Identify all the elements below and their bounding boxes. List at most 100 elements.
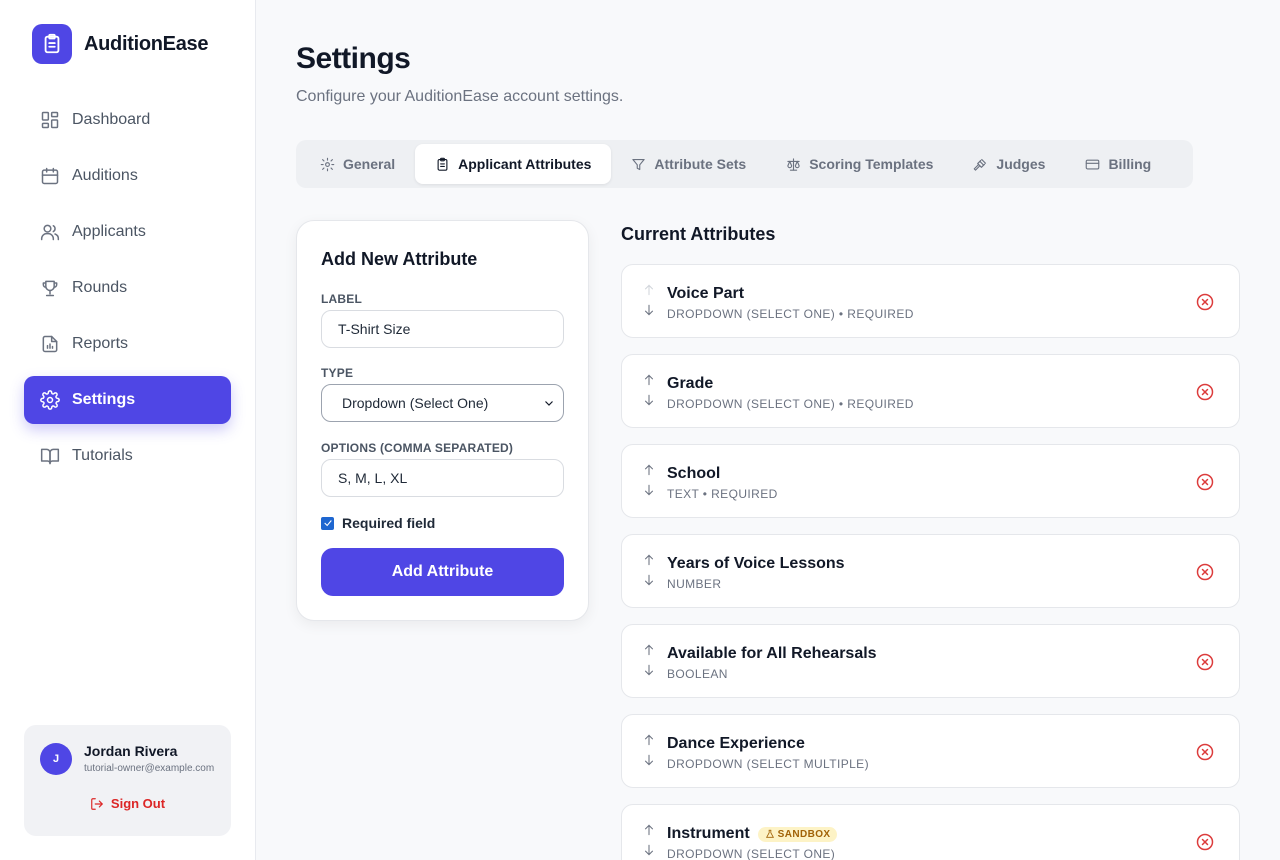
label-input[interactable]: [321, 310, 564, 348]
tab-label: General: [343, 156, 396, 172]
attribute-meta: NUMBER: [667, 577, 722, 591]
tab-applicant-attributes[interactable]: Applicant Attributes: [415, 144, 612, 184]
attribute-name: Years of Voice Lessons: [667, 555, 845, 572]
move-up-button[interactable]: [642, 463, 656, 477]
user-email: tutorial-owner@example.com: [84, 763, 215, 774]
chevron-down-icon: [545, 401, 553, 406]
gear-icon: [320, 157, 335, 171]
arrow-up-icon: [644, 824, 654, 836]
move-down-button[interactable]: [642, 663, 656, 677]
reorder-controls: [642, 639, 656, 683]
users-icon: [40, 224, 60, 241]
move-down-button[interactable]: [642, 393, 656, 407]
attribute-name-row: Instrument SANDBOX: [667, 825, 838, 843]
move-up-button[interactable]: [642, 373, 656, 387]
move-up-button[interactable]: [642, 733, 656, 747]
reorder-controls: [642, 279, 656, 323]
remove-attribute-button[interactable]: [1195, 292, 1215, 312]
sign-out-button[interactable]: Sign Out: [24, 796, 231, 811]
clipboard-icon: [437, 157, 448, 171]
scale-icon: [787, 157, 800, 171]
arrow-down-icon: [644, 754, 654, 766]
attribute-name-row: Dance Experience: [667, 735, 805, 753]
attribute-name-row: Available for All Rehearsals: [667, 645, 877, 663]
move-down-button[interactable]: [642, 843, 656, 857]
attribute-meta: DROPDOWN (SELECT ONE) • REQUIRED: [667, 307, 914, 321]
tab-attribute-sets[interactable]: Attribute Sets: [611, 144, 766, 184]
attribute-name: Voice Part: [667, 285, 745, 302]
attribute-name-row: Years of Voice Lessons: [667, 555, 845, 573]
move-up-button[interactable]: [642, 643, 656, 657]
sidebar-item-rounds[interactable]: Rounds: [24, 264, 231, 312]
attribute-name: Available for All Rehearsals: [667, 645, 877, 662]
credit-card-icon: [1086, 159, 1100, 169]
sidebar-item-label: Rounds: [72, 279, 128, 296]
arrow-down-icon: [644, 574, 654, 586]
attribute-name-row: School: [667, 465, 720, 483]
options-input[interactable]: [321, 459, 564, 497]
sidebar-item-reports[interactable]: Reports: [24, 320, 231, 368]
arrow-down-icon: [644, 484, 654, 496]
remove-attribute-button[interactable]: [1195, 562, 1215, 582]
tab-label: Judges: [996, 156, 1046, 172]
remove-circle-icon: [1196, 833, 1214, 851]
remove-circle-icon: [1196, 293, 1214, 311]
user-name: Jordan Rivera: [84, 743, 178, 759]
arrow-up-icon: [644, 644, 654, 656]
sidebar-item-label: Dashboard: [72, 111, 151, 128]
required-checkbox[interactable]: [321, 516, 334, 530]
sidebar-item-label: Reports: [72, 335, 129, 352]
sidebar-item-label: Settings: [72, 391, 136, 408]
tab-label: Scoring Templates: [809, 156, 934, 172]
type-select[interactable]: Dropdown (Select One): [321, 384, 564, 422]
attribute-meta: DROPDOWN (SELECT ONE) • REQUIRED: [667, 397, 914, 411]
dashboard-icon: [41, 111, 59, 129]
sidebar-item-settings[interactable]: Settings: [24, 376, 231, 424]
book-icon: [40, 448, 60, 465]
sidebar-nav: Dashboard Auditions Applicants Rounds Re…: [24, 96, 231, 488]
move-up-button[interactable]: [642, 283, 656, 297]
move-down-button[interactable]: [642, 753, 656, 767]
calendar-icon: [41, 167, 59, 185]
sidebar-item-tutorials[interactable]: Tutorials: [24, 432, 231, 480]
move-up-button[interactable]: [642, 823, 656, 837]
tab-judges[interactable]: Judges: [953, 144, 1065, 184]
remove-attribute-button[interactable]: [1195, 382, 1215, 402]
remove-attribute-button[interactable]: [1195, 472, 1215, 492]
tab-general[interactable]: General: [300, 144, 415, 184]
remove-circle-icon: [1196, 563, 1214, 581]
trophy-icon: [42, 280, 58, 297]
sidebar-item-auditions[interactable]: Auditions: [24, 152, 231, 200]
tab-billing[interactable]: Billing: [1065, 144, 1171, 184]
attribute-row: Dance Experience DROPDOWN (SELECT MULTIP…: [621, 714, 1240, 788]
required-checkbox-row[interactable]: Required field: [321, 515, 435, 531]
move-down-button[interactable]: [642, 483, 656, 497]
arrow-up-icon: [644, 734, 654, 746]
sidebar-item-dashboard[interactable]: Dashboard: [24, 96, 231, 144]
remove-attribute-button[interactable]: [1195, 652, 1215, 672]
reorder-controls: [642, 819, 656, 860]
options-field-label: OPTIONS (COMMA SEPARATED): [321, 441, 514, 455]
sandbox-badge: SANDBOX: [757, 826, 838, 842]
attribute-name-row: Grade: [667, 375, 713, 393]
sidebar: AuditionEase Dashboard Auditions Applica…: [0, 0, 256, 860]
add-attribute-button[interactable]: Add Attribute: [321, 548, 564, 596]
report-icon: [42, 335, 58, 353]
attribute-row: Voice Part DROPDOWN (SELECT ONE) • REQUI…: [621, 264, 1240, 338]
tab-scoring-templates[interactable]: Scoring Templates: [766, 144, 953, 184]
sidebar-item-label: Auditions: [72, 167, 138, 184]
remove-attribute-button[interactable]: [1195, 742, 1215, 762]
move-down-button[interactable]: [642, 573, 656, 587]
attribute-name: School: [667, 465, 721, 482]
sidebar-item-applicants[interactable]: Applicants: [24, 208, 231, 256]
move-up-button[interactable]: [642, 553, 656, 567]
remove-attribute-button[interactable]: [1195, 832, 1215, 852]
attribute-meta: TEXT • REQUIRED: [667, 487, 778, 501]
clipboard-logo-icon: [32, 24, 72, 64]
attribute-row: Available for All Rehearsals BOOLEAN: [621, 624, 1240, 698]
reorder-controls: [642, 729, 656, 773]
brand[interactable]: AuditionEase: [32, 24, 209, 64]
badge-label: SANDBOX: [777, 828, 831, 840]
move-down-button[interactable]: [642, 303, 656, 317]
avatar: J: [40, 743, 72, 775]
